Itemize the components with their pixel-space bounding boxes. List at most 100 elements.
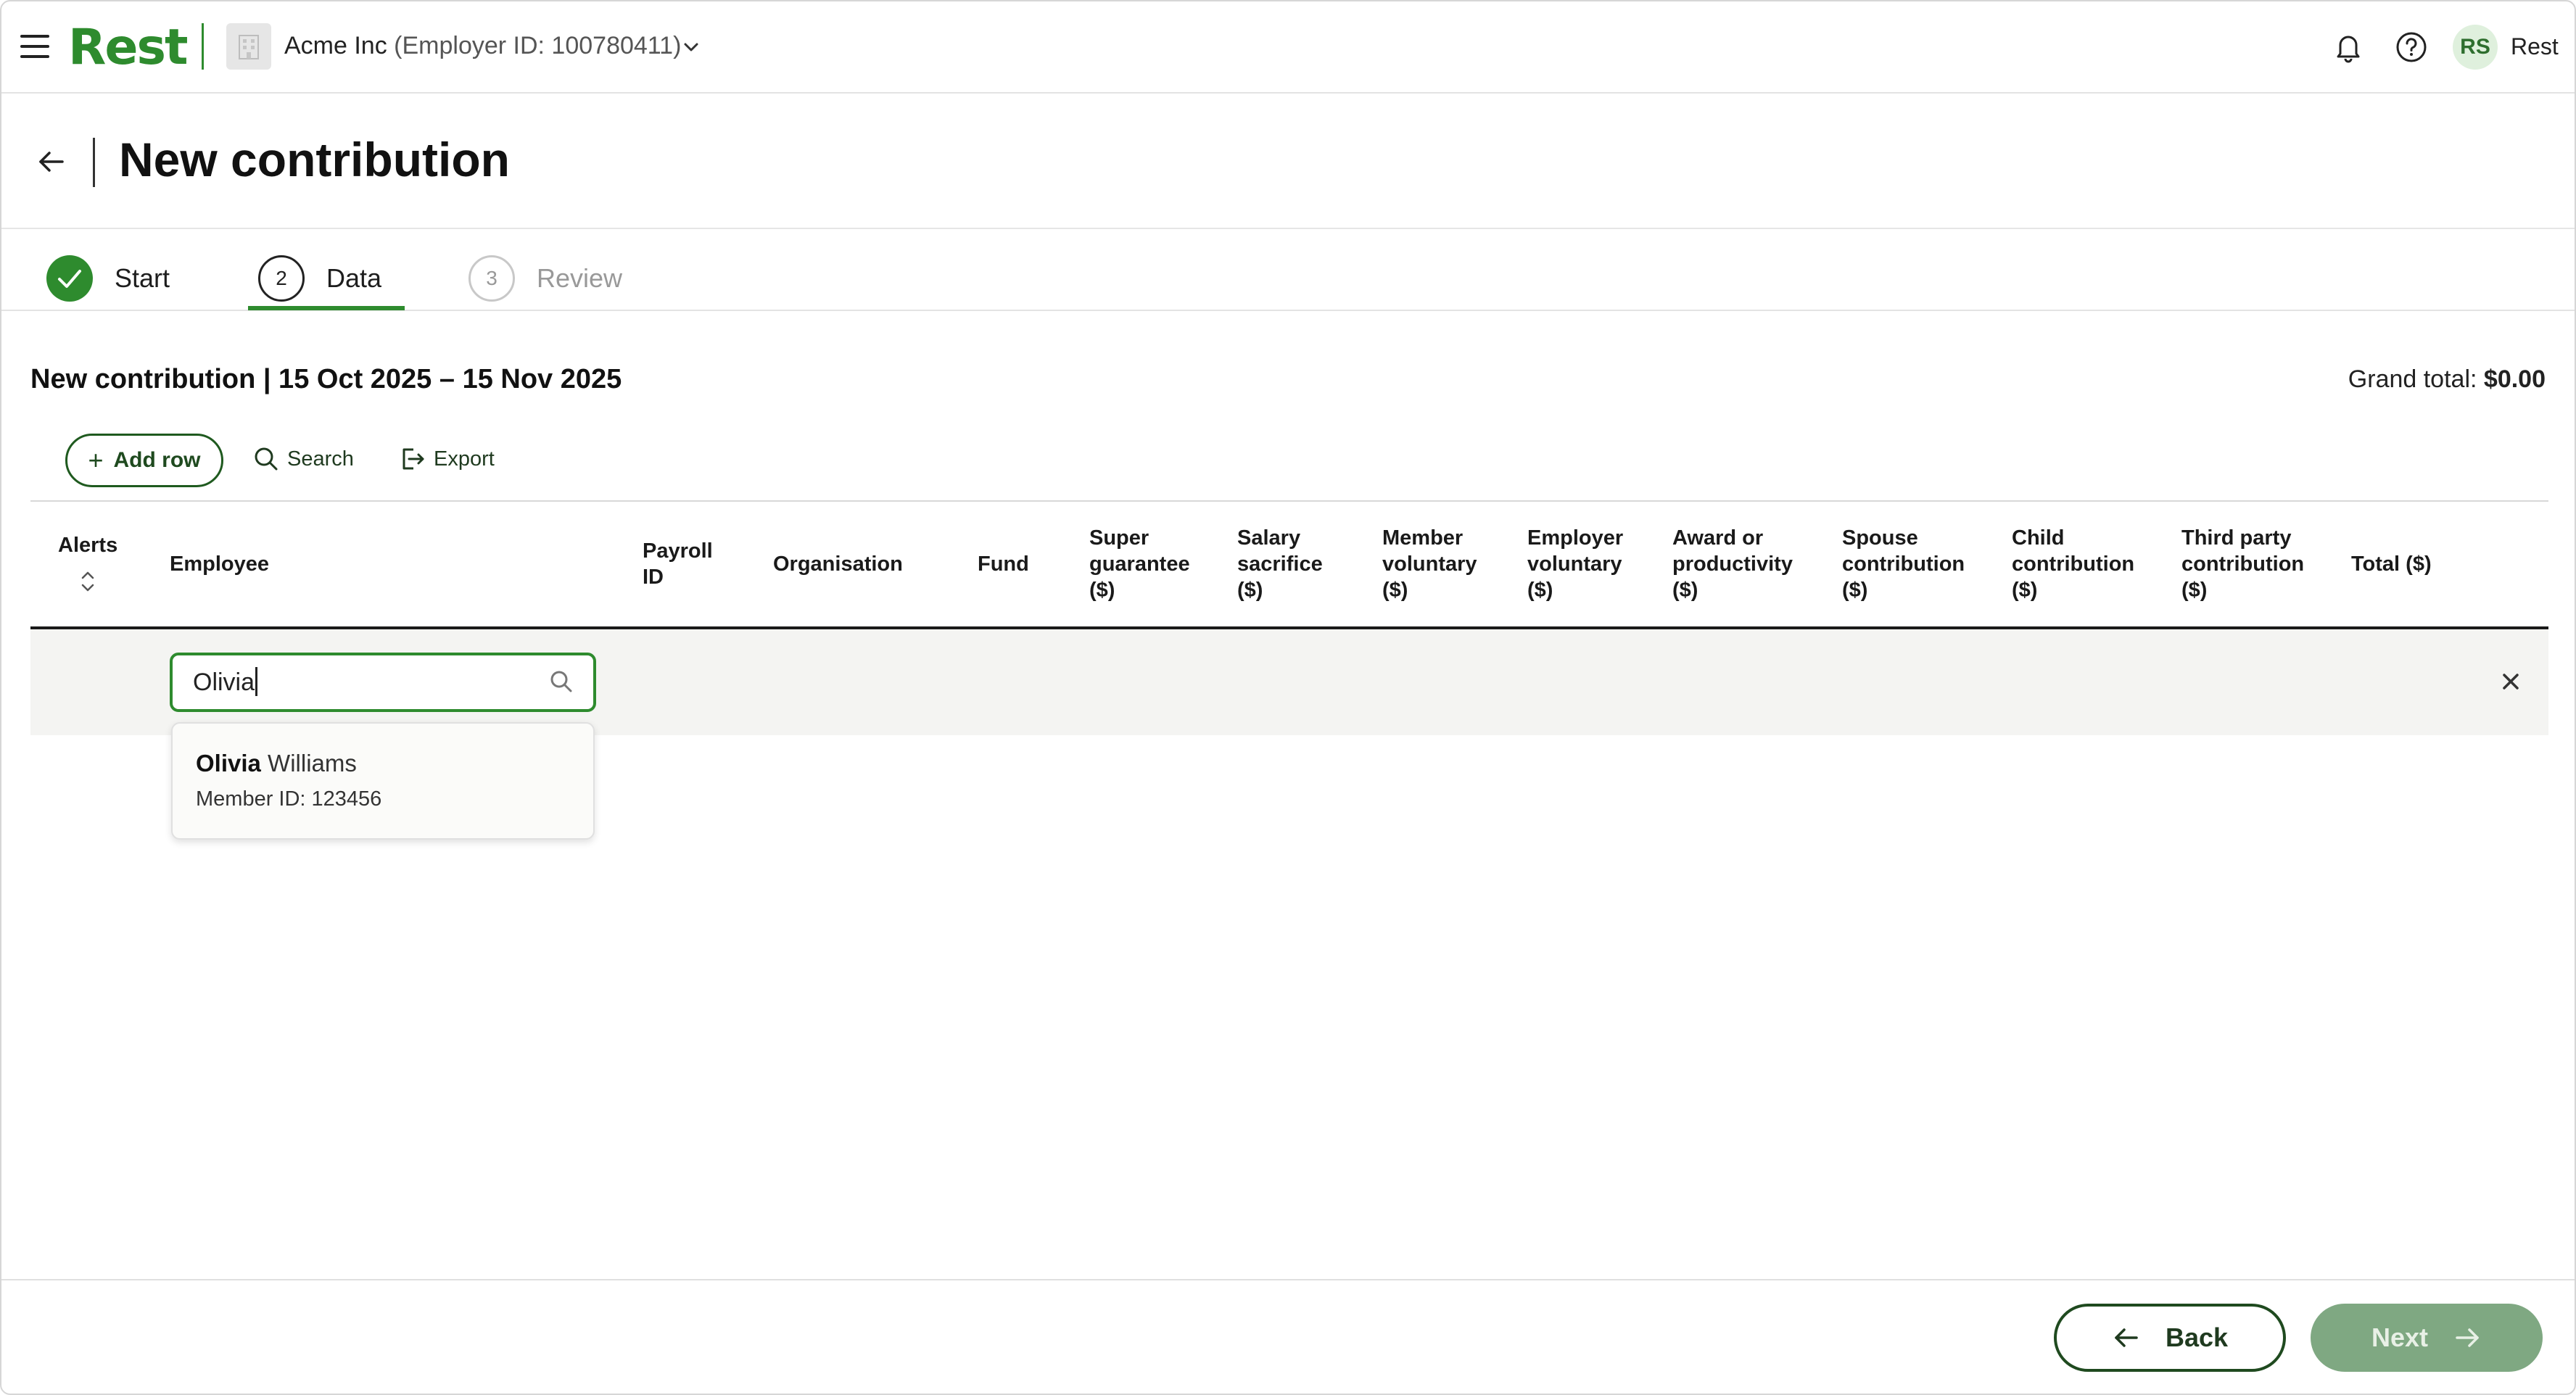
column-spouse-contribution: Spouse contribution ($) [1842,525,1965,603]
column-label-line: contribution [2012,552,2135,576]
export-icon [402,448,424,470]
employee-suggestion[interactable]: Olivia Williams Member ID: 123456 [171,722,595,840]
step-label: Review [537,263,623,293]
suggestion-rest: Williams [260,750,357,777]
page-title: New contribution [119,133,510,186]
arrow-right-icon [2456,1328,2479,1347]
column-label-line: ($) [1237,579,1263,602]
column-label-line: Salary [1237,526,1301,550]
column-label-line: Payroll [643,539,713,563]
column-label-line: ($) [1527,579,1553,602]
column-organisation: Organisation [773,552,903,576]
column-total: Total ($) [2351,552,2432,576]
back-arrow-icon[interactable] [35,145,68,178]
contribution-title: New contribution | 15 Oct 2025 – 15 Nov … [30,364,622,394]
column-salary-sacrifice: Salary sacrifice ($) [1237,525,1323,603]
footer-separator [1,1279,2575,1280]
grand-total: Grand total: $0.00 [2348,365,2546,394]
search-label: Search [287,447,354,471]
column-label-line: ($) [2012,579,2038,602]
grand-total-value: $0.00 [2483,365,2546,393]
employer-selector[interactable]: Acme Inc (Employer ID: 100780411) [284,32,681,60]
building-icon [226,23,271,70]
header-separator [1,228,2575,229]
add-row-label: Add row [113,448,201,472]
column-label-line: Child [2012,526,2065,550]
step-number: 3 [468,255,515,302]
suggestion-member-id: Member ID: 123456 [196,787,382,811]
add-row-button[interactable]: + Add row [65,434,223,487]
close-icon[interactable] [2498,668,2524,695]
step-review[interactable]: 3 Review [468,245,622,312]
column-label-line: ($) [1089,579,1115,602]
step-start[interactable]: Start [46,245,170,312]
column-label-line: productivity [1672,552,1793,576]
column-label-line: ID [643,566,664,589]
export-button[interactable]: Export [399,445,495,473]
text-caret [255,667,257,696]
export-label: Export [434,447,495,471]
column-third-party: Third party contribution ($) [2181,525,2304,603]
column-label-line: ($) [2181,579,2208,602]
column-label-line: Award or [1672,526,1764,550]
step-label: Start [115,263,170,293]
column-member-voluntary: Member voluntary ($) [1382,525,1477,603]
column-label-line: guarantee [1089,552,1190,576]
menu-icon[interactable] [20,35,49,58]
search-button[interactable]: Search [252,445,354,473]
column-employee: Employee [170,552,269,576]
next-button[interactable]: Next [2311,1304,2543,1372]
employee-search-field[interactable] [170,653,596,712]
column-label-line: Super [1089,526,1149,550]
step-data[interactable]: 2 Data [258,245,381,312]
suggestion-match: Olivia [196,750,261,777]
search-icon [255,447,278,471]
column-label-line: ($) [1672,579,1698,602]
next-label: Next [2371,1322,2429,1352]
top-bar: Rest Acme Inc (Employer ID: 100780411) R… [1,1,2575,94]
chevron-down-icon[interactable] [680,36,702,58]
column-label-line: Third party [2181,526,2292,550]
toolbar-separator [30,500,2548,502]
user-name[interactable]: Rest [2511,33,2559,60]
column-label-line: voluntary [1527,552,1622,576]
column-label-line: contribution [2181,552,2305,576]
back-button[interactable]: Back [2054,1304,2286,1372]
column-label-line: ($) [1842,579,1868,602]
app-window: Rest Acme Inc (Employer ID: 100780411) R… [0,0,2576,1395]
step-number: 2 [258,255,305,302]
suggestion-name: Olivia Williams [196,750,357,777]
column-label-line: ($) [1382,579,1408,602]
column-alerts[interactable]: Alerts [58,532,117,558]
employee-search-input[interactable] [193,655,541,709]
column-label-line: Employer [1527,526,1624,550]
column-label-line: voluntary [1382,552,1477,576]
plus-icon: + [88,445,104,475]
grand-total-label: Grand total: [2348,365,2477,393]
column-award-productivity: Award or productivity ($) [1672,525,1793,603]
rest-logo[interactable]: Rest [68,19,188,77]
search-icon[interactable] [547,667,576,696]
avatar[interactable]: RS [2453,25,2498,70]
sort-icon[interactable] [77,567,99,596]
bell-icon[interactable] [2332,30,2364,64]
column-label-line: Spouse [1842,526,1918,550]
arrow-left-icon [2115,1328,2138,1347]
column-label-line: sacrifice [1237,552,1323,576]
column-child-contribution: Child contribution ($) [2012,525,2134,603]
employer-id: (Employer ID: 100780411) [394,32,682,59]
step-label: Data [326,263,382,293]
column-label-line: Member [1382,526,1464,550]
column-label-line: contribution [1842,552,1965,576]
check-icon [46,255,93,302]
active-step-indicator [248,306,405,310]
column-fund: Fund [978,552,1029,576]
help-icon[interactable] [2395,30,2428,64]
header-divider [93,138,95,187]
org-name: Acme Inc [284,32,387,59]
back-label: Back [2165,1322,2229,1352]
column-super-guarantee: Super guarantee ($) [1089,525,1190,603]
column-employer-voluntary: Employer voluntary ($) [1527,525,1623,603]
column-payroll-id: Payroll ID [643,538,713,590]
logo-divider [202,23,204,70]
